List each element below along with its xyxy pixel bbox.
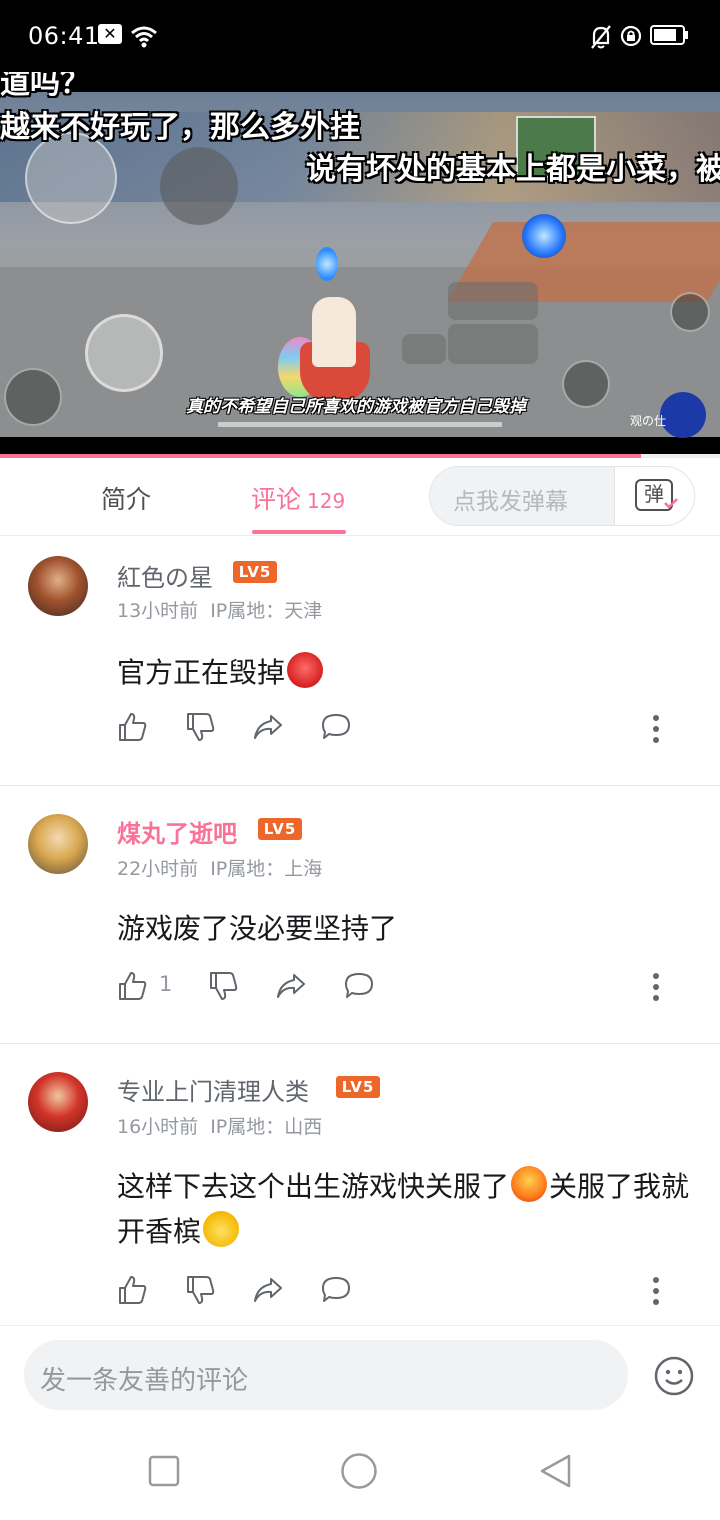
avatar[interactable] (28, 1072, 88, 1132)
comment-time: 13小时前 (117, 600, 199, 622)
danmaku-toggle-button[interactable]: 弹 (614, 467, 694, 525)
video-player[interactable]: 真的不希望自己所喜欢的游戏被官方自己毁掉 观の仕 道吗？ 越来不好玩了，那么多外… (0, 72, 720, 456)
danmaku-comment: 说有坏处的基本上都是小菜，被 (306, 152, 720, 187)
comment-username[interactable]: 煤丸了逝吧 (117, 814, 237, 849)
danmaku-input[interactable]: 点我发弹幕 弹 (429, 466, 695, 526)
status-bar: 06:41 ✕ (0, 0, 720, 72)
comment-time: 16小时前 (117, 1116, 199, 1138)
prone-icon (670, 292, 710, 332)
like-icon[interactable] (117, 711, 149, 743)
comment-ip: IP属地：上海 (210, 858, 323, 880)
bell-off-icon (591, 25, 611, 49)
tab-comments[interactable]: 评论 129 (251, 480, 345, 516)
comment-ip: IP属地：山西 (210, 1116, 323, 1138)
comment-text-content: 官方正在毁掉 (117, 656, 286, 689)
danmaku-comment: 道吗？ (0, 72, 90, 101)
check-icon (664, 498, 678, 509)
reply-icon[interactable] (320, 711, 352, 743)
laughing-crying-emoji (511, 1166, 548, 1202)
comment-text-part1: 这样下去这个出生游戏快关服了 (117, 1170, 510, 1203)
reply-icon[interactable] (320, 1274, 352, 1306)
rotation-lock-icon (620, 25, 642, 47)
comment-compose-bar: 发一条友善的评论 (0, 1325, 720, 1425)
system-nav-bar (0, 1425, 720, 1520)
avatar[interactable] (28, 556, 88, 616)
like-count: 1 (159, 972, 173, 996)
comment-item: 紅色の星 LV5 13小时前 IP属地：天津 官方正在毁掉 (0, 536, 720, 786)
comment-input-placeholder: 发一条友善的评论 (40, 1366, 249, 1396)
video-subtitle: 真的不希望自己所喜欢的游戏被官方自己毁掉 (186, 397, 526, 417)
more-icon[interactable] (652, 714, 660, 744)
bilibili-logo-icon (660, 392, 706, 438)
comment-meta: 16小时前 IP属地：山西 (117, 1112, 322, 1139)
comment-time: 22小时前 (117, 858, 199, 880)
tab-active-indicator (252, 530, 346, 534)
share-icon[interactable] (252, 1274, 284, 1306)
dislike-icon[interactable] (185, 711, 217, 743)
tab-comments-label: 评论 (251, 485, 302, 514)
danmaku-comment: 越来不好玩了，那么多外挂 (0, 110, 360, 145)
like-icon[interactable] (117, 1274, 149, 1306)
comment-text: 官方正在毁掉 (117, 650, 697, 695)
glow-orb-icon (522, 214, 566, 258)
comment-username[interactable]: 专业上门清理人类 (117, 1072, 309, 1107)
comment-item: 煤丸了逝吧 LV5 22小时前 IP属地：上海 游戏废了没必要坚持了 1 (0, 786, 720, 1044)
battery-icon (650, 25, 688, 45)
video-watermark: 观の仕 (630, 414, 667, 428)
reply-icon[interactable] (343, 970, 375, 1002)
comment-meta: 22小时前 IP属地：上海 (117, 854, 322, 881)
comment-actions (117, 1274, 677, 1310)
backpack-icon (4, 368, 62, 426)
recents-icon[interactable] (148, 1455, 180, 1487)
tab-intro[interactable]: 简介 (101, 480, 151, 516)
level-badge: LV5 (336, 1076, 380, 1098)
share-icon[interactable] (252, 711, 284, 743)
avatar[interactable] (28, 814, 88, 874)
game-character (312, 297, 356, 367)
comment-text: 这样下去这个出生游戏快关服了 关服了我就开香槟 (117, 1164, 697, 1254)
danmaku-placeholder: 点我发弹幕 (453, 489, 568, 515)
share-icon[interactable] (275, 970, 307, 1002)
more-icon[interactable] (652, 972, 660, 1002)
dislike-icon[interactable] (185, 1274, 217, 1306)
close-notification-icon: ✕ (98, 24, 122, 44)
more-icon[interactable] (652, 1276, 660, 1306)
comment-meta: 13小时前 IP属地：天津 (117, 596, 322, 623)
dpad-icon (85, 314, 163, 392)
comment-item: 专业上门清理人类 LV5 16小时前 IP属地：山西 这样下去这个出生游戏快关服了… (0, 1044, 720, 1325)
crouch-icon (562, 360, 610, 408)
like-icon[interactable] (117, 970, 149, 1002)
comment-ip: IP属地：天津 (210, 600, 323, 622)
celebrate-emoji (203, 1211, 240, 1247)
emoji-icon[interactable] (654, 1356, 694, 1396)
home-icon[interactable] (340, 1452, 378, 1490)
angry-emoji (287, 652, 324, 688)
comment-text: 游戏废了没必要坚持了 (117, 912, 398, 945)
comment-actions: 1 (117, 970, 677, 1006)
tab-bar: 简介 评论 129 点我发弹幕 弹 (0, 458, 720, 536)
level-badge: LV5 (233, 561, 277, 583)
comment-actions (117, 711, 677, 747)
back-icon[interactable] (538, 1453, 572, 1489)
tab-comments-count: 129 (307, 489, 346, 513)
skill-button-icon (160, 147, 238, 225)
status-time: 06:41 (28, 22, 100, 50)
dislike-icon[interactable] (208, 970, 240, 1002)
comment-input[interactable]: 发一条友善的评论 (24, 1340, 628, 1410)
wifi-icon (131, 26, 157, 48)
comment-username[interactable]: 紅色の星 (117, 558, 213, 593)
level-badge: LV5 (258, 818, 302, 840)
